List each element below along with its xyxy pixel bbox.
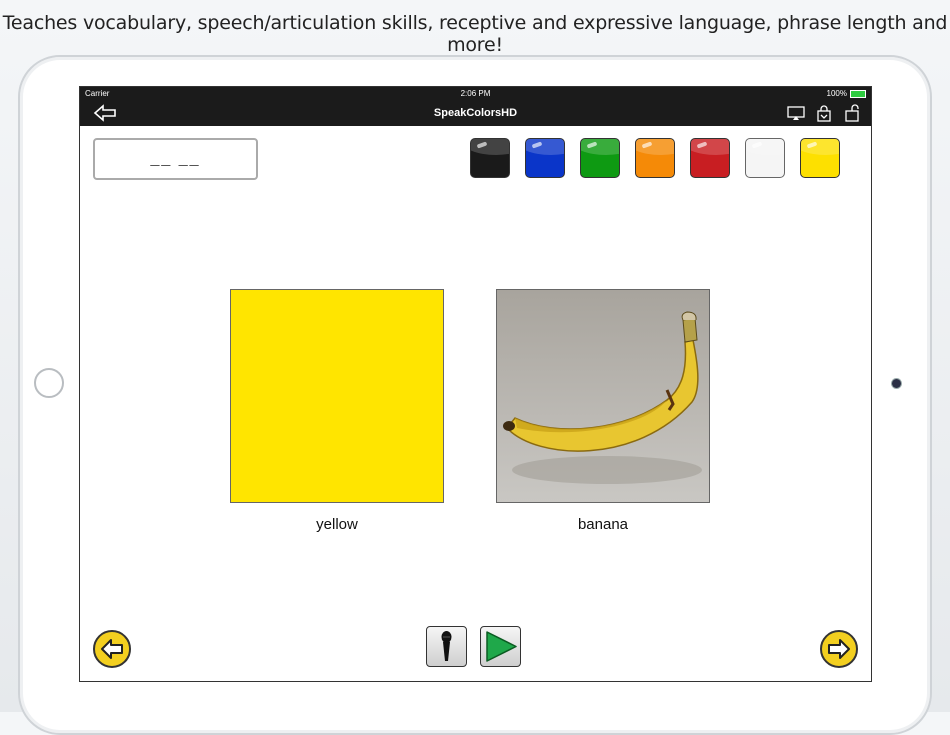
banana-illustration <box>503 311 702 484</box>
swatch-green[interactable] <box>580 138 620 178</box>
microphone-icon <box>441 631 452 661</box>
color-card[interactable]: yellow <box>230 289 444 533</box>
next-button[interactable] <box>820 630 858 668</box>
battery-percent: 100% <box>826 89 847 98</box>
status-bar: Carrier 2:06 PM 100% <box>80 87 871 101</box>
right-arrow-icon <box>828 639 850 659</box>
home-button[interactable] <box>34 368 64 398</box>
battery-icon <box>850 89 866 98</box>
object-card-label: banana <box>577 516 629 533</box>
play-icon <box>486 631 517 662</box>
unlock-icon[interactable] <box>843 104 861 122</box>
swatch-white[interactable] <box>745 138 785 178</box>
answer-field[interactable]: __ __ <box>93 138 258 180</box>
app-store-headline: Teaches vocabulary, speech/articulation … <box>2 12 948 56</box>
swatch-yellow[interactable] <box>800 138 840 178</box>
object-card[interactable]: banana <box>496 289 710 533</box>
app-title: SpeakColorsHD <box>433 107 518 119</box>
color-swatch-row <box>470 138 840 178</box>
nav-bar: SpeakColorsHD <box>80 101 871 126</box>
clock: 2:06 PM <box>460 89 491 98</box>
color-square[interactable] <box>230 289 444 503</box>
left-arrow-icon <box>101 639 123 659</box>
banana-image[interactable] <box>496 289 710 503</box>
swatch-black[interactable] <box>470 138 510 178</box>
airplay-icon[interactable] <box>787 104 805 122</box>
swatch-red[interactable] <box>690 138 730 178</box>
color-card-label: yellow <box>316 516 358 533</box>
play-button[interactable] <box>480 626 521 667</box>
share-lock-icon[interactable] <box>815 104 833 122</box>
battery-indicator: 100% <box>827 89 866 98</box>
front-camera <box>892 379 901 388</box>
previous-button[interactable] <box>93 630 131 668</box>
microphone-button[interactable] <box>426 626 467 667</box>
swatch-blue[interactable] <box>525 138 565 178</box>
swatch-orange[interactable] <box>635 138 675 178</box>
app-screen: Carrier 2:06 PM 100% SpeakColorsHD __ __… <box>79 86 872 682</box>
